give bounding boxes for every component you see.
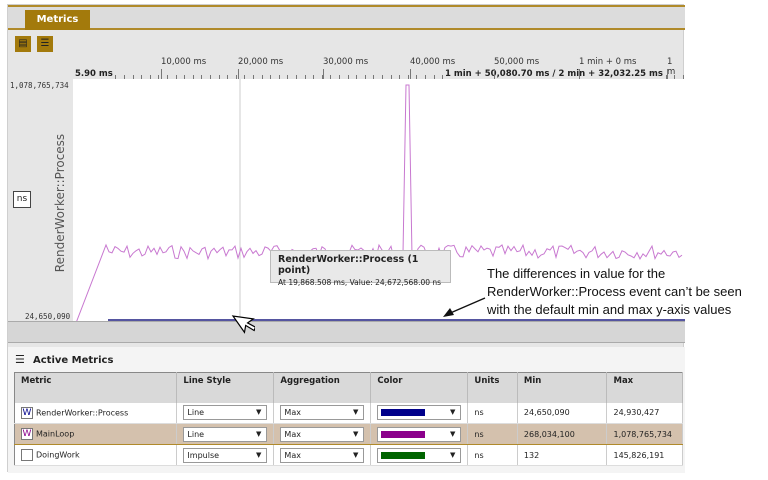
dropdown-arrow-icon: ▼ — [256, 429, 262, 438]
line-style-value: Line — [187, 429, 205, 439]
annotation-arrow — [443, 297, 486, 317]
aggregation-dropdown[interactable]: Max ▼ — [280, 405, 365, 421]
tooltip-body: At 19,868.508 ms, Value: 24,672,568.00 n… — [278, 278, 442, 287]
aggregation-dropdown[interactable]: Max ▼ — [280, 426, 365, 442]
ruler-major-tick — [579, 69, 580, 79]
dropdown-arrow-icon: ▼ — [450, 450, 456, 459]
min-cell[interactable]: 132 — [517, 444, 608, 466]
aggregation-value: Max — [284, 429, 301, 439]
tab-metrics[interactable]: Metrics — [25, 10, 90, 30]
metric-checkbox[interactable]: W — [21, 406, 33, 419]
ruler-tick-label: 1 min + 0 ms — [579, 57, 637, 67]
ruler-tick-label: 10,000 ms — [161, 57, 207, 67]
dropdown-arrow-icon: ▼ — [450, 408, 456, 417]
dropdown-arrow-icon: ▼ — [450, 429, 456, 438]
y-max-label: 1,078,765,734 — [10, 81, 69, 90]
tooltip: RenderWorker::Process (1 point) At 19,86… — [270, 250, 451, 287]
min-cell[interactable]: 24,650,090 — [517, 402, 608, 424]
tab-strip: Metrics — [8, 5, 685, 30]
aggregation-value: Max — [284, 450, 301, 460]
metric-name: DoingWork — [36, 450, 80, 460]
mouse-cursor-icon — [231, 315, 255, 334]
table-row[interactable]: W MainLoop Line ▼ Max ▼ ▼ ns 268,034,100 1,… — [14, 423, 683, 445]
dropdown-arrow-icon: ▼ — [353, 450, 359, 459]
column-header[interactable]: Aggregation — [273, 372, 372, 403]
ruler-start: 5.90 ms — [73, 69, 115, 79]
ruler-tick-label: 30,000 ms — [323, 57, 369, 67]
color-swatch — [381, 430, 426, 438]
min-cell[interactable]: 268,034,100 — [517, 423, 608, 445]
dropdown-arrow-icon: ▼ — [256, 408, 262, 417]
line-style-dropdown[interactable]: Line ▼ — [183, 426, 268, 442]
metric-checkbox[interactable] — [21, 449, 33, 461]
color-dropdown[interactable]: ▼ — [377, 405, 462, 421]
color-dropdown[interactable]: ▼ — [377, 426, 462, 442]
metrics-table: Metric Line Style Aggregation Color Units Min… — [14, 372, 683, 466]
ruler-major-tick — [410, 69, 411, 79]
ruler-tick-label: 50,000 ms — [494, 57, 540, 67]
metric-name: RenderWorker::Process — [36, 408, 129, 418]
column-header[interactable]: Max — [606, 372, 683, 403]
metric-name: MainLoop — [36, 429, 75, 439]
ruler-tick-label: 1 m — [667, 57, 676, 77]
column-header[interactable]: Line Style — [176, 372, 275, 403]
tooltip-title: RenderWorker::Process (1 point) — [278, 254, 419, 276]
metrics-window: Metrics ▤ ☰ 5.90 ms 1 min + 50,080.70 ms… — [7, 4, 685, 473]
ruler-major-tick — [323, 69, 324, 79]
column-header[interactable]: Metric — [14, 372, 178, 403]
max-cell[interactable]: 24,930,427 — [606, 402, 683, 424]
unit-box[interactable]: ns — [13, 191, 31, 208]
units-cell: ns — [467, 444, 518, 466]
dropdown-arrow-icon: ▼ — [353, 408, 359, 417]
table-row[interactable]: W RenderWorker::Process Line ▼ Max ▼ ▼ ns 2… — [14, 402, 683, 424]
ruler-major-tick — [667, 69, 668, 79]
color-dropdown[interactable]: ▼ — [377, 447, 462, 463]
ruler-major-tick — [238, 69, 239, 79]
y-axis-title: RenderWorker::Process — [53, 133, 67, 273]
line-style-value: Line — [187, 408, 205, 418]
ruler-range: 1 min + 50,080.70 ms / 2 min + 32,032.25… — [443, 69, 665, 79]
max-cell[interactable]: 145,826,191 — [606, 444, 683, 466]
dropdown-arrow-icon: ▼ — [353, 429, 359, 438]
list-icon[interactable]: ☰ — [37, 36, 53, 52]
color-swatch — [381, 409, 426, 417]
active-metrics-title: Active Metrics — [33, 355, 114, 366]
active-metrics-panel: ☰ Active Metrics Metric Line Style Aggrega… — [8, 347, 685, 473]
dropdown-arrow-icon: ▼ — [256, 450, 262, 459]
metric-checkbox[interactable]: W — [21, 428, 33, 440]
ruler-tick-label: 40,000 ms — [410, 57, 456, 67]
y-min-label: 24,650,090 — [25, 312, 71, 321]
list-icon: ☰ — [15, 353, 25, 366]
line-style-value: Impulse — [187, 450, 220, 460]
color-swatch — [381, 451, 426, 459]
line-style-dropdown[interactable]: Impulse ▼ — [183, 447, 268, 463]
units-cell: ns — [467, 423, 518, 445]
max-cell[interactable]: 1,078,765,734 — [606, 423, 683, 445]
ruler-major-tick — [494, 69, 495, 79]
clipboard-icon[interactable]: ▤ — [15, 36, 31, 52]
aggregation-dropdown[interactable]: Max ▼ — [280, 447, 365, 463]
annotation-text: The differences in value for the RenderW… — [487, 266, 742, 317]
line-style-dropdown[interactable]: Line ▼ — [183, 405, 268, 421]
column-header[interactable]: Units — [467, 372, 518, 403]
column-header[interactable]: Color — [370, 372, 469, 403]
overview-band[interactable] — [8, 321, 685, 343]
units-cell: ns — [467, 402, 518, 424]
column-header[interactable]: Min — [517, 372, 608, 403]
ruler-major-tick — [161, 69, 162, 79]
table-row[interactable]: DoingWork Impulse ▼ Max ▼ ▼ ns 132 145,826… — [14, 444, 683, 466]
time-ruler[interactable]: 5.90 ms 1 min + 50,080.70 ms / 2 min + 3… — [73, 53, 685, 79]
ruler-tick-label: 20,000 ms — [238, 57, 284, 67]
aggregation-value: Max — [284, 408, 301, 418]
